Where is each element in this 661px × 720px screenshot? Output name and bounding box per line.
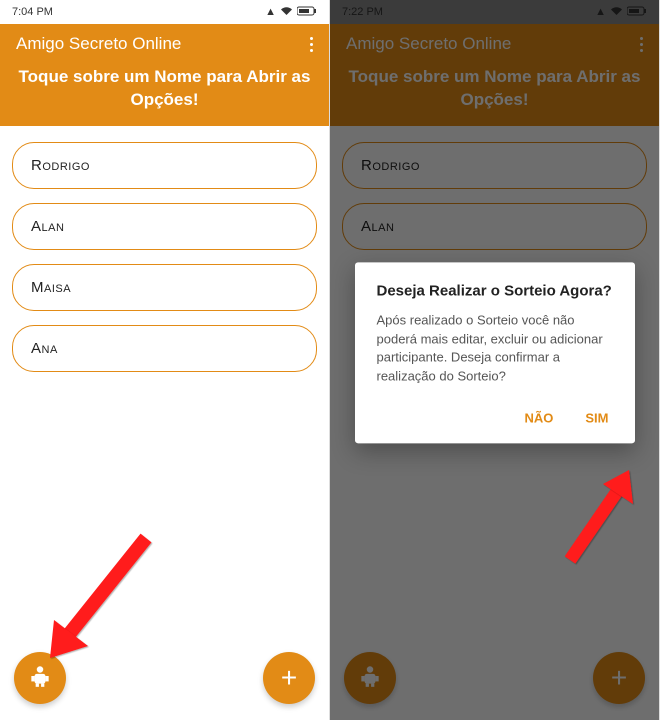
plus-icon: + <box>281 664 297 692</box>
dialog-actions: NÃO SIM <box>377 404 613 431</box>
header-subtitle: Toque sobre um Nome para Abrir as Opções… <box>16 66 313 112</box>
status-time: 7:04 PM <box>12 6 53 18</box>
confirm-dialog: Deseja Realizar o Sorteio Agora? Após re… <box>355 262 635 443</box>
draw-fab[interactable] <box>14 652 66 704</box>
dialog-yes-button[interactable]: SIM <box>581 404 612 431</box>
right-screen: 7:22 PM ▲ Amigo Secreto Online Toque sob… <box>330 0 660 720</box>
name-item[interactable]: Ana <box>12 325 317 372</box>
signal-icon: ▲ <box>265 6 276 18</box>
battery-icon <box>297 6 317 19</box>
name-item[interactable]: Maisa <box>12 264 317 311</box>
more-menu-icon[interactable] <box>310 37 313 52</box>
app-header: Amigo Secreto Online Toque sobre um Nome… <box>0 24 329 126</box>
robot-icon <box>27 663 53 694</box>
name-item[interactable]: Rodrigo <box>12 142 317 189</box>
dialog-no-button[interactable]: NÃO <box>520 404 557 431</box>
status-icons: ▲ <box>265 6 317 19</box>
name-item[interactable]: Alan <box>12 203 317 250</box>
dialog-body: Após realizado o Sorteio você não poderá… <box>377 311 613 386</box>
status-bar: 7:04 PM ▲ <box>0 0 329 24</box>
add-fab[interactable]: + <box>263 652 315 704</box>
main-content: Rodrigo Alan Maisa Ana + <box>0 126 329 720</box>
tutorial-arrow <box>36 528 156 668</box>
wifi-icon <box>280 6 293 19</box>
app-title: Amigo Secreto Online <box>16 34 181 54</box>
dialog-title: Deseja Realizar o Sorteio Agora? <box>377 282 613 299</box>
left-screen: 7:04 PM ▲ Amigo Secreto Online Toque sob… <box>0 0 330 720</box>
